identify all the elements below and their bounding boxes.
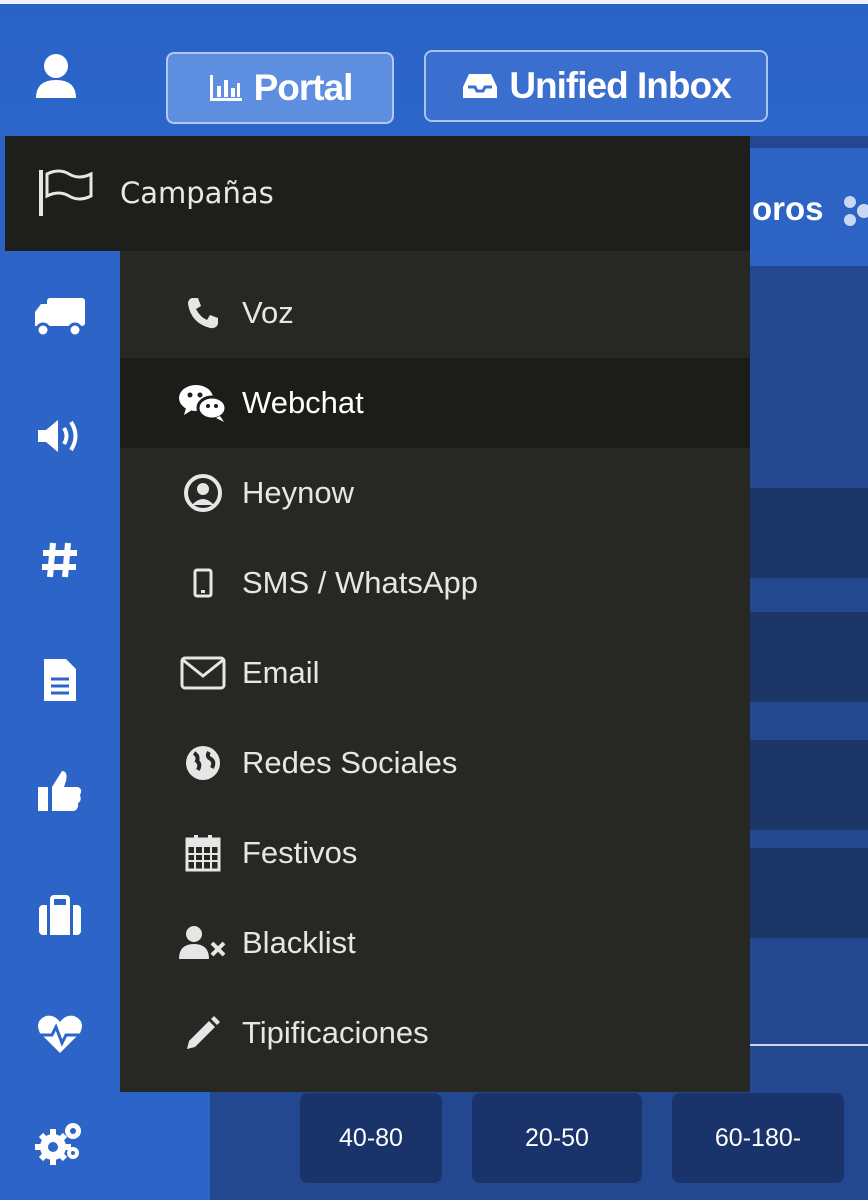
- calendar-icon: [178, 828, 228, 878]
- user-times-icon: [178, 918, 228, 968]
- sidebar-item-documents[interactable]: [28, 648, 92, 712]
- sidebar-item-audio[interactable]: [28, 404, 92, 468]
- campaigns-label: Campañas: [120, 176, 274, 210]
- pencil-icon: [178, 1008, 228, 1058]
- mobile-icon: [178, 558, 228, 608]
- bar-chart-icon: [209, 75, 242, 101]
- flag-icon: [39, 169, 93, 216]
- unified-inbox-label: Unified Inbox: [509, 65, 731, 106]
- range-button-3[interactable]: 60-180-: [672, 1093, 844, 1183]
- menu-item-sms-whatsapp[interactable]: SMS / WhatsApp: [120, 538, 750, 628]
- menu-item-webchat[interactable]: Webchat: [120, 358, 750, 448]
- content-row: [750, 612, 868, 702]
- sidebar-item-transport[interactable]: [28, 284, 92, 348]
- unified-inbox-button[interactable]: Unified Inbox: [424, 50, 768, 122]
- menu-item-label: Heynow: [242, 475, 354, 510]
- thumbs-up-icon: [38, 771, 82, 811]
- heartbeat-icon: [38, 1015, 82, 1053]
- content-row: [750, 848, 868, 938]
- sidebar-item-feedback[interactable]: [28, 758, 92, 822]
- content-row: [750, 740, 868, 830]
- globe-icon: [178, 738, 228, 788]
- inbox-icon: [463, 74, 498, 98]
- sidebar-item-business[interactable]: [28, 884, 92, 948]
- menu-item-label: Redes Sociales: [242, 745, 458, 780]
- menu-item-label: Webchat: [242, 385, 364, 420]
- menu-item-email[interactable]: Email: [120, 628, 750, 718]
- user-icon: [36, 54, 76, 98]
- portal-label: Portal: [253, 67, 354, 108]
- menu-item-label: Voz: [242, 295, 294, 330]
- envelope-icon: [178, 648, 228, 698]
- cogs-icon: [35, 1123, 81, 1165]
- menu-item-blacklist[interactable]: Blacklist: [120, 898, 750, 988]
- menu-item-heynow[interactable]: Heynow: [120, 448, 750, 538]
- sidebar-item-health[interactable]: [28, 1002, 92, 1066]
- volume-icon: [38, 420, 78, 452]
- range-button-1[interactable]: 40-80: [300, 1093, 442, 1183]
- user-circle-icon: [178, 468, 228, 518]
- hashtag-icon: [42, 542, 77, 578]
- menu-item-label: Tipificaciones: [242, 1015, 429, 1050]
- divider: [750, 1044, 868, 1046]
- phone-icon: [178, 288, 228, 338]
- menu-item-label: SMS / WhatsApp: [242, 565, 479, 600]
- portal-button[interactable]: Portal: [166, 52, 394, 124]
- content-row: [750, 488, 868, 578]
- users-icon: [842, 194, 868, 234]
- menu-item-voz[interactable]: Voz: [120, 268, 750, 358]
- user-profile-button[interactable]: [28, 48, 84, 104]
- campaigns-menu-header[interactable]: Campañas: [5, 136, 750, 251]
- range-button-2[interactable]: 20-50: [472, 1093, 642, 1183]
- file-icon: [44, 659, 76, 701]
- menu-item-label: Email: [242, 655, 320, 690]
- top-bar: Portal Unified Inbox: [0, 0, 868, 136]
- menu-item-redes-sociales[interactable]: Redes Sociales: [120, 718, 750, 808]
- briefcase-icon: [39, 895, 81, 935]
- menu-item-label: Blacklist: [242, 925, 356, 960]
- sidebar-item-hashtags[interactable]: [28, 528, 92, 592]
- menu-item-label: Festivos: [242, 835, 358, 870]
- sidebar-item-settings[interactable]: [28, 1110, 92, 1174]
- truck-icon: [35, 298, 85, 338]
- sidebar: [0, 250, 120, 1200]
- wechat-icon: [178, 378, 228, 428]
- subnav-item-label[interactable]: oros: [752, 190, 824, 228]
- menu-item-tipificaciones[interactable]: Tipificaciones: [120, 988, 750, 1078]
- menu-item-festivos[interactable]: Festivos: [120, 808, 750, 898]
